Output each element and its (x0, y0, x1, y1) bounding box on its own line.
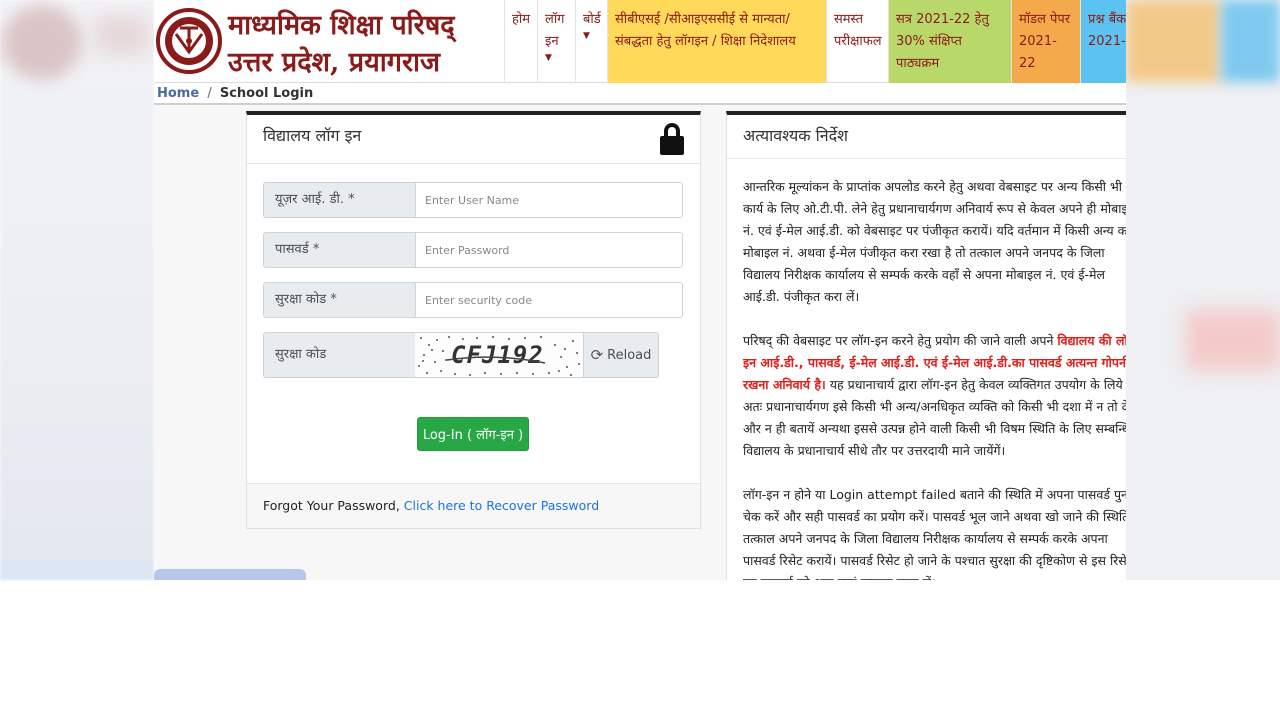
nav-all-results-label: समस्त परीक्षाफल (834, 12, 882, 49)
background-right (1126, 0, 1280, 580)
instructions-title: अत्यावश्यक निर्देश (727, 115, 1126, 159)
security-code-label: सुरक्षा कोड * (263, 282, 415, 318)
password-input[interactable] (415, 232, 683, 268)
instructions-body: आन्तरिक मूल्यांकन के प्राप्तांक अपलोड कर… (727, 159, 1126, 580)
instruction-paragraph-3: लॉग-इन न होने या Login attempt failed बत… (743, 487, 1126, 580)
breadcrumb-separator: / (207, 86, 212, 101)
chevron-down-icon: ▼ (583, 31, 590, 41)
nav-login-label: लॉग इन (545, 12, 565, 49)
nav-board-label: बोर्ड (583, 12, 601, 27)
captcha-label: सुरक्षा कोड (263, 332, 415, 378)
login-button[interactable]: Log-In ( लॉग-इन ) (417, 417, 529, 451)
instruction-2-start: परिषद् की वेबसाइट पर लॉग-इन करने हेतु प्… (743, 333, 1058, 348)
nav-model-paper-label: मॉडल पेपर 2021-22 (1019, 12, 1071, 71)
user-id-row: यूज़र आई. डी. * (263, 182, 683, 218)
captcha-row: सुरक्षा कोड CFJ192 ⟳ Reload (263, 332, 659, 378)
bottom-tab[interactable] (154, 569, 306, 580)
nav-cbse-recognition-label: सीबीएसई /सीआइएससीई से मान्यता/ संबद्धता … (615, 12, 796, 49)
lock-icon (660, 123, 684, 155)
password-row: पासवर्ड * (263, 232, 683, 268)
login-panel: विद्यालय लॉग इन यूज़र आई. डी. * पासवर्ड … (246, 111, 701, 529)
user-id-label: यूज़र आई. डी. * (263, 182, 415, 218)
breadcrumb-home[interactable]: Home (157, 86, 199, 101)
nav-cbse-recognition[interactable]: सीबीएसई /सीआइएससीई से मान्यता/ संबद्धता … (607, 0, 826, 83)
nav-home-label: होम (512, 12, 531, 27)
nav-login[interactable]: लॉग इन ▼ (537, 0, 575, 83)
instruction-paragraph-1: आन्तरिक मूल्यांकन के प्राप्तांक अपलोड कर… (743, 179, 1126, 304)
breadcrumb-current: School Login (219, 86, 314, 101)
breadcrumb: Home / School Login (154, 83, 1126, 105)
nav-model-paper[interactable]: मॉडल पेपर 2021-22 (1011, 0, 1080, 83)
login-title: विद्यालय लॉग इन (263, 126, 362, 145)
chevron-down-icon: ▼ (545, 53, 552, 63)
nav-reduced-syllabus-label: सत्र 2021-22 हेतु 30% संक्षिप्त पाठ्यक्र… (896, 12, 989, 71)
password-label: पासवर्ड * (263, 232, 415, 268)
reload-label: Reload (607, 347, 652, 363)
reload-captcha-button[interactable]: ⟳ Reload (583, 332, 659, 378)
brand-title-line2: उत्तर प्रदेश, प्रयागराज (228, 47, 441, 78)
page-frame: माध्यमिक शिक्षा परिषद् उत्तर प्रदेश, प्र… (154, 0, 1126, 580)
board-logo[interactable] (156, 4, 222, 78)
site-header: माध्यमिक शिक्षा परिषद् उत्तर प्रदेश, प्र… (154, 0, 1126, 83)
main-nav: होम लॉग इन ▼ बोर्ड ▼ सीबीएसई /सीआइएससीई … (504, 0, 1126, 83)
nav-reduced-syllabus[interactable]: सत्र 2021-22 हेतु 30% संक्षिप्त पाठ्यक्र… (888, 0, 1011, 83)
forgot-password-text: Forgot Your Password, (263, 498, 400, 513)
instruction-paragraph-2: परिषद् की वेबसाइट पर लॉग-इन करने हेतु प्… (743, 330, 1126, 462)
nav-all-results[interactable]: समस्त परीक्षाफल (826, 0, 888, 83)
security-code-input[interactable] (415, 282, 683, 318)
instructions-panel: अत्यावश्यक निर्देश आन्तरिक मूल्यांकन के … (726, 111, 1126, 580)
background-left (0, 0, 154, 580)
recover-password-link[interactable]: Click here to Recover Password (404, 498, 599, 513)
login-panel-header: विद्यालय लॉग इन (247, 115, 700, 164)
refresh-icon: ⟳ (590, 346, 604, 364)
nav-question-bank[interactable]: प्रश्न बैंक 2021-22 (1080, 0, 1126, 83)
security-code-row: सुरक्षा कोड * (263, 282, 683, 318)
user-id-input[interactable] (415, 182, 683, 218)
forgot-password-bar: Forgot Your Password, Click here to Reco… (247, 483, 700, 528)
brand-title-line1: माध्यमिक शिक्षा परिषद् (228, 10, 455, 41)
captcha-text: CFJ192 (451, 341, 544, 369)
nav-question-bank-label: प्रश्न बैंक 2021-22 (1088, 12, 1126, 49)
captcha-image: CFJ192 (415, 332, 583, 378)
nav-board[interactable]: बोर्ड ▼ (575, 0, 607, 83)
nav-home[interactable]: होम (504, 0, 537, 83)
